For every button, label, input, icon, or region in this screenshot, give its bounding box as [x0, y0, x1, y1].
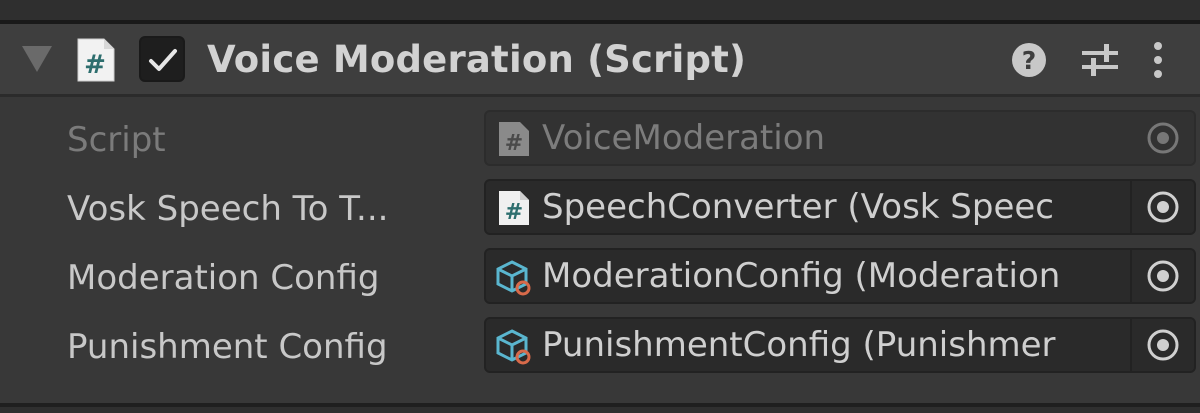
object-picker-icon: [1147, 122, 1179, 154]
object-field-value: VoiceModeration: [542, 118, 826, 158]
object-picker-button[interactable]: [1130, 319, 1194, 371]
object-picker-icon: [1147, 329, 1179, 361]
svg-text:?: ?: [1022, 46, 1037, 75]
divider: [0, 94, 1200, 97]
kebab-menu-icon[interactable]: [1148, 41, 1168, 79]
enabled-checkbox[interactable]: [139, 36, 185, 82]
presets-icon[interactable]: [1080, 41, 1120, 79]
object-field-value: ModerationConfig (Moderation: [542, 256, 1061, 296]
svg-text:#: #: [84, 50, 106, 80]
next-component-strip: [0, 407, 1200, 413]
object-field-vosk-speech-to-text[interactable]: # SpeechConverter (Vosk Speec: [484, 179, 1196, 235]
checkmark-icon: [149, 49, 177, 71]
script-file-icon: #: [499, 191, 529, 225]
foldout-arrow-icon[interactable]: [22, 46, 52, 72]
object-picker-button[interactable]: [1130, 181, 1194, 233]
script-file-icon: #: [499, 122, 529, 156]
object-field-script[interactable]: # VoiceModeration: [484, 110, 1196, 166]
object-picker-icon: [1147, 191, 1179, 223]
object-picker-button[interactable]: [1132, 112, 1194, 164]
object-field-value: PunishmentConfig (Punishmer: [542, 325, 1056, 365]
property-label-moderation-config: Moderation Config: [67, 258, 380, 298]
property-label-vosk-speech-to-text: Vosk Speech To T...: [67, 189, 389, 229]
script-file-icon: #: [77, 38, 115, 82]
previous-component-strip: [0, 0, 1200, 20]
svg-text:#: #: [505, 200, 523, 225]
svg-text:#: #: [505, 131, 523, 156]
object-field-punishment-config[interactable]: PunishmentConfig (Punishmer: [484, 317, 1196, 373]
property-label-script: Script: [67, 120, 166, 160]
object-field-moderation-config[interactable]: ModerationConfig (Moderation: [484, 248, 1196, 304]
object-picker-icon: [1147, 260, 1179, 292]
component-title: Voice Moderation (Script): [207, 38, 747, 81]
scriptable-object-icon: [496, 329, 531, 365]
scriptable-object-icon: [496, 260, 531, 296]
help-icon[interactable]: ?: [1010, 41, 1048, 79]
object-picker-button[interactable]: [1130, 250, 1194, 302]
object-field-value: SpeechConverter (Vosk Speec: [542, 187, 1054, 227]
property-label-punishment-config: Punishment Config: [67, 327, 388, 367]
inspector-panel: # Voice Moderation (Script) ? Script # V…: [0, 0, 1200, 413]
